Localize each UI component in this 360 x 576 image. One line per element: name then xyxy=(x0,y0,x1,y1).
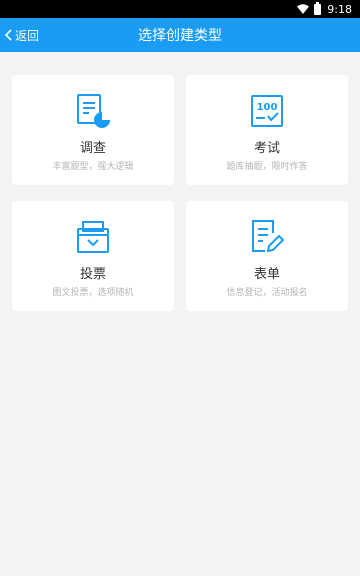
type-desc: 题库抽题，限时作答 xyxy=(226,162,308,172)
type-card-exam[interactable]: 100 考试 题库抽题，限时作答 xyxy=(186,75,348,185)
survey-chart-icon xyxy=(77,94,110,128)
battery-icon xyxy=(314,1,322,15)
type-name: 调查 xyxy=(79,141,106,156)
type-desc: 信息登记，活动报名 xyxy=(226,288,308,298)
page-title: 选择创建类型 xyxy=(138,28,222,44)
app-header: 返回 选择创建类型 xyxy=(0,18,360,52)
status-time: 9:18 xyxy=(327,2,352,16)
ballot-box-icon xyxy=(77,221,109,253)
type-desc: 图文投票，选项随机 xyxy=(52,288,134,298)
back-label: 返回 xyxy=(15,28,40,43)
type-card-vote[interactable]: 投票 图文投票，选项随机 xyxy=(12,201,174,311)
form-edit-icon xyxy=(252,220,285,253)
svg-text:100: 100 xyxy=(257,102,278,113)
chevron-left-icon xyxy=(4,29,12,41)
type-card-form[interactable]: 表单 信息登记，活动报名 xyxy=(186,201,348,311)
wifi-icon xyxy=(297,4,310,14)
type-name: 表单 xyxy=(253,267,280,282)
back-button[interactable]: 返回 xyxy=(4,18,39,52)
type-name: 考试 xyxy=(253,141,280,156)
type-card-survey[interactable]: 调查 丰富题型，强大逻辑 xyxy=(12,75,174,185)
type-name: 投票 xyxy=(79,267,106,282)
exam-100-icon: 100 xyxy=(251,95,283,127)
status-bar: 9:18 xyxy=(0,0,360,18)
type-desc: 丰富题型，强大逻辑 xyxy=(52,162,134,172)
